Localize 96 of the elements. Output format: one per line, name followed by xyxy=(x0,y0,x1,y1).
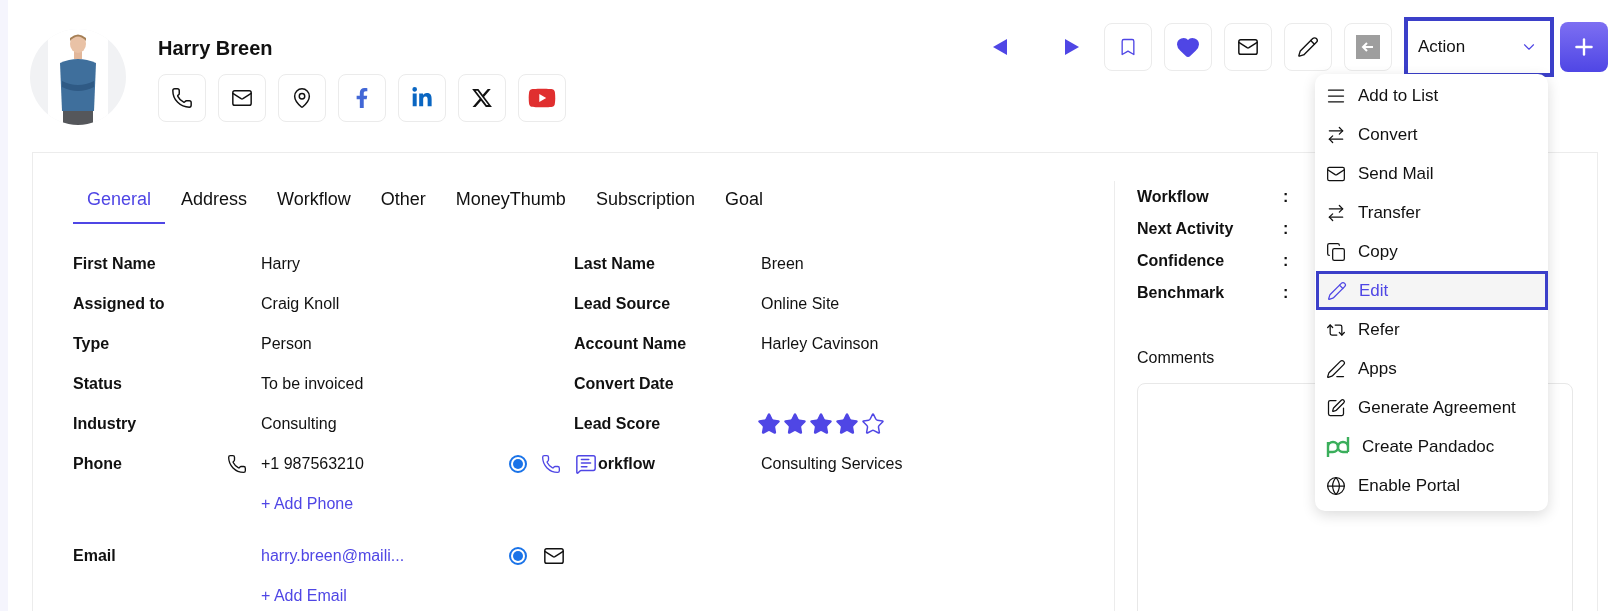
summary-label: Next Activity xyxy=(1137,220,1235,238)
filled-star-icon[interactable] xyxy=(835,412,859,436)
field-label: orkflow xyxy=(598,455,655,473)
field-label: Industry xyxy=(73,415,137,433)
location-button[interactable] xyxy=(278,74,326,122)
phone-icon xyxy=(171,87,193,109)
tab[interactable]: Other xyxy=(366,181,440,224)
comments-label: Comments xyxy=(1137,349,1215,367)
field-label: Type xyxy=(73,335,110,353)
add-button[interactable] xyxy=(1560,22,1608,72)
email-button[interactable] xyxy=(1224,23,1272,71)
call-icon[interactable] xyxy=(541,454,561,474)
edit-button[interactable] xyxy=(1284,23,1332,71)
primary-radio[interactable] xyxy=(509,547,527,565)
menu-item[interactable]: Copy xyxy=(1315,232,1548,271)
edit-square-icon xyxy=(1326,397,1346,418)
separator: : xyxy=(1283,252,1290,270)
heart-icon xyxy=(1176,35,1200,59)
pandadoc-logo-icon xyxy=(1326,435,1350,458)
separator: : xyxy=(1283,188,1290,206)
field-value: Breen xyxy=(761,255,805,273)
menu-item[interactable]: Send Mail xyxy=(1315,154,1548,193)
tab[interactable]: MoneyThumb xyxy=(441,181,580,224)
menu-item[interactable]: Generate Agreement xyxy=(1315,388,1548,427)
separator: : xyxy=(1283,284,1290,302)
menu-item[interactable]: Enable Portal xyxy=(1315,466,1548,505)
email-link[interactable]: harry.breen@maili... xyxy=(261,547,499,565)
summary-label: Workflow xyxy=(1137,188,1210,206)
field-value: Harley Cavinson xyxy=(761,335,880,353)
field-value: Person xyxy=(261,335,313,353)
menu-item[interactable]: Apps xyxy=(1315,349,1548,388)
field-label: Phone xyxy=(73,455,122,473)
filled-star-icon[interactable] xyxy=(783,412,807,436)
swap-arrows-icon xyxy=(1326,124,1346,145)
field-label: Lead Source xyxy=(574,295,671,313)
field-value: To be invoiced xyxy=(261,375,365,393)
field-label: Account Name xyxy=(574,335,687,353)
empty-star-icon[interactable] xyxy=(861,412,885,436)
field-label: Convert Date xyxy=(574,375,674,393)
menu-item[interactable]: Add to List xyxy=(1315,76,1548,115)
field-label: Lead Score xyxy=(574,415,661,433)
menu-item[interactable]: Convert xyxy=(1315,115,1548,154)
tab[interactable]: General xyxy=(73,181,166,224)
field-value: Online Site xyxy=(761,295,841,313)
tab[interactable]: Goal xyxy=(710,181,777,224)
pencil-icon xyxy=(1297,36,1319,58)
add-phone-link[interactable]: + Add Phone xyxy=(261,495,354,513)
x-icon xyxy=(471,87,493,109)
tab[interactable]: Subscription xyxy=(581,181,709,224)
field-label: Assigned to xyxy=(73,295,165,313)
field-label: Last Name xyxy=(574,255,655,273)
menu-item[interactable]: Transfer xyxy=(1315,193,1548,232)
field-label: Status xyxy=(73,375,122,393)
linkedin-icon xyxy=(411,87,433,109)
field-label: First Name xyxy=(73,255,156,273)
menu-item[interactable]: Create Pandadoc xyxy=(1315,427,1548,466)
phone-icon xyxy=(227,454,247,474)
separator: : xyxy=(1283,220,1290,238)
location-pin-icon xyxy=(291,87,313,109)
field-value: Consulting xyxy=(261,415,338,433)
contact-name: Harry Breen xyxy=(158,37,274,60)
field-value: Craig Knoll xyxy=(261,295,341,313)
field-value: Harry xyxy=(261,255,302,273)
pencil-icon xyxy=(1327,280,1347,301)
primary-radio[interactable] xyxy=(509,455,527,473)
back-button[interactable] xyxy=(1344,23,1392,71)
left-triangle-icon xyxy=(993,39,1007,55)
menu-item[interactable]: Edit xyxy=(1316,271,1548,310)
copy-icon xyxy=(1326,241,1346,262)
right-triangle-icon xyxy=(1065,39,1079,55)
summary-label: Benchmark xyxy=(1137,284,1226,302)
bookmark-button[interactable] xyxy=(1104,23,1152,71)
message-icon[interactable] xyxy=(575,453,597,475)
field-value: Consulting Services xyxy=(761,455,904,473)
mail-icon xyxy=(1237,36,1259,58)
tab[interactable]: Address xyxy=(167,181,262,224)
mail-icon[interactable] xyxy=(543,545,565,567)
linkedin-button[interactable] xyxy=(398,74,446,122)
mail-icon xyxy=(231,87,253,109)
filled-star-icon[interactable] xyxy=(757,412,781,436)
email-button[interactable] xyxy=(218,74,266,122)
add-email-link[interactable]: + Add Email xyxy=(261,587,347,605)
swap-arrows-icon xyxy=(1326,202,1346,223)
phone-button[interactable] xyxy=(158,74,206,122)
youtube-button[interactable] xyxy=(518,74,566,122)
summary-label: Confidence xyxy=(1137,252,1226,270)
tab[interactable]: Workflow xyxy=(263,181,365,224)
filled-star-icon[interactable] xyxy=(809,412,833,436)
x-button[interactable] xyxy=(458,74,506,122)
field-label: Email xyxy=(73,547,116,565)
phone-number: +1 987563210 xyxy=(261,455,364,473)
menu-item[interactable]: Refer xyxy=(1315,310,1548,349)
facebook-button[interactable] xyxy=(338,74,386,122)
action-dropdown[interactable]: Action xyxy=(1404,17,1554,77)
favorite-button[interactable] xyxy=(1164,23,1212,71)
globe-icon xyxy=(1326,475,1346,496)
